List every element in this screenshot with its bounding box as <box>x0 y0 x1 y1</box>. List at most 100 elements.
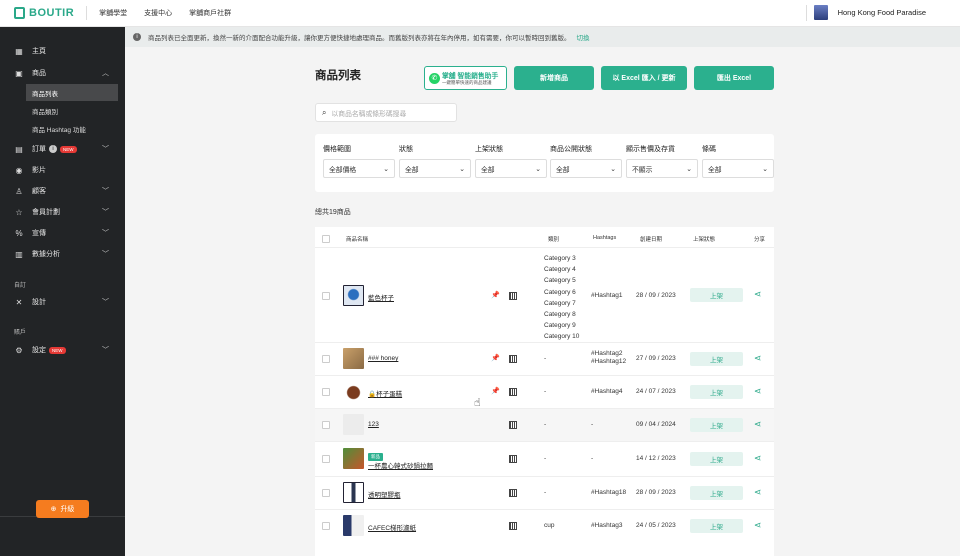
share-icon[interactable]: ⋖ <box>754 289 762 300</box>
category-cell: - <box>544 421 547 428</box>
status-toggle[interactable]: 上架 <box>690 418 743 432</box>
product-thumbnail[interactable] <box>343 381 364 402</box>
sidebar-item-settings[interactable]: ⚙ 設定 NEW ﹀ <box>0 340 125 360</box>
sidebar-sub-product-category[interactable]: 商品類別 <box>26 102 118 119</box>
sidebar-item-products[interactable]: ▣ 商品 ︿ <box>0 63 125 83</box>
row-checkbox[interactable] <box>322 522 330 530</box>
link-community[interactable]: 掌舖商戶社群 <box>189 8 231 18</box>
upgrade-button[interactable]: ⊕ 升級 <box>36 500 89 518</box>
sidebar-item-analytics[interactable]: ▥ 數據分析 ﹀ <box>0 244 125 264</box>
status-toggle[interactable]: 上架 <box>690 288 743 302</box>
hashtag-cell: - <box>591 421 594 428</box>
status-toggle[interactable]: 上架 <box>690 452 743 466</box>
row-checkbox[interactable] <box>322 489 330 497</box>
select-all-checkbox[interactable] <box>322 235 330 243</box>
top-bar: BOUTIR 掌舖學堂 支援中心 掌舖商戶社群 Hong Kong Food P… <box>0 0 960 27</box>
boutir-logo[interactable]: BOUTIR <box>14 7 74 19</box>
share-icon[interactable]: ⋖ <box>754 419 762 430</box>
listing-select[interactable]: 全部 ⌄ <box>475 159 547 178</box>
header-name: 商品名稱 <box>346 237 369 243</box>
export-excel-button[interactable]: 匯出 Excel <box>694 66 774 90</box>
product-name-link[interactable]: 🔒杯子蛋糕 <box>368 388 402 398</box>
qr-code-icon[interactable] <box>509 455 517 463</box>
sidebar-item-design[interactable]: ✕ 設計 ﹀ <box>0 292 125 312</box>
pin-icon[interactable]: 📌 <box>491 387 500 395</box>
store-avatar <box>813 5 828 20</box>
qr-code-icon[interactable] <box>509 522 517 530</box>
row-checkbox[interactable] <box>322 455 330 463</box>
share-icon[interactable]: ⋖ <box>754 386 762 397</box>
price-select[interactable]: 全部價格 ⌄ <box>323 159 395 178</box>
section-custom: 自訂 <box>14 283 27 289</box>
sidebar-item-promotion[interactable]: % 宣傳 ﹀ <box>0 223 125 243</box>
sidebar-item-membership[interactable]: ☆ 會員計劃 ﹀ <box>0 202 125 222</box>
pin-icon[interactable]: 📌 <box>491 354 500 362</box>
qr-code-icon[interactable] <box>509 388 517 396</box>
qr-code-icon[interactable] <box>509 421 517 429</box>
qr-code-icon[interactable] <box>509 292 517 300</box>
filter-barcode: 條碼 全部 ⌄ <box>702 144 774 178</box>
chevron-down-icon: ﹀ <box>102 230 109 237</box>
header-share: 分享 <box>754 237 766 243</box>
row-checkbox[interactable] <box>322 355 330 363</box>
sidebar-sub-product-list[interactable]: 商品列表 <box>26 84 118 101</box>
row-checkbox[interactable] <box>322 388 330 396</box>
product-name-link[interactable]: 藍色杯子 <box>368 292 394 302</box>
add-product-button[interactable]: 新增商品 <box>514 66 594 90</box>
status-toggle[interactable]: 上架 <box>690 519 743 533</box>
sidebar-item-customers[interactable]: ♙ 顧客 ﹀ <box>0 181 125 201</box>
share-icon[interactable]: ⋖ <box>754 487 762 498</box>
qr-code-icon[interactable] <box>509 355 517 363</box>
link-support[interactable]: 支援中心 <box>144 8 172 18</box>
search-input[interactable]: ⌕ 以商品名稱或條形碼搜尋 <box>315 103 457 122</box>
public-select[interactable]: 全部 ⌄ <box>550 159 622 178</box>
status-toggle[interactable]: 上架 <box>690 385 743 399</box>
table-row[interactable]: 新品 一杯農心韓式砂鍋拉麵 - - 14 / 12 / 2023 上架 ⋖ <box>315 441 774 476</box>
whatsapp-assistant-button[interactable]: ✆ 掌舖 智能銷售助手 一鍵簡單快速的商品建議 <box>424 66 507 90</box>
sidebar-item-home[interactable]: ▦ 主頁 <box>0 41 125 61</box>
pin-icon[interactable]: 📌 <box>491 291 500 299</box>
share-icon[interactable]: ⋖ <box>754 520 762 531</box>
qr-code-icon[interactable] <box>509 489 517 497</box>
sidebar-item-videos[interactable]: ◉ 影片 <box>0 160 125 180</box>
product-name-link[interactable]: 一杯農心韓式砂鍋拉麵 <box>368 460 433 470</box>
table-row[interactable]: ### honey 📌 - #Hashtag2 #Hashtag12 27 / 0… <box>315 342 774 375</box>
status-toggle[interactable]: 上架 <box>690 486 743 500</box>
share-icon[interactable]: ⋖ <box>754 453 762 464</box>
product-name-link[interactable]: CAFEC梯形濾紙 <box>368 522 416 532</box>
price-stock-select[interactable]: 不顯示 ⌄ <box>626 159 698 178</box>
header-status: 上架狀態 <box>693 237 716 243</box>
product-name-link[interactable]: 透明塑膠瓶 <box>368 489 401 499</box>
barcode-select[interactable]: 全部 ⌄ <box>702 159 774 178</box>
hashtag-cell: #Hashtag1 <box>591 292 623 299</box>
row-checkbox[interactable] <box>322 292 330 300</box>
product-name-link[interactable]: 123 <box>368 421 379 428</box>
product-thumbnail[interactable] <box>343 348 364 369</box>
product-name-link[interactable]: ### honey <box>368 355 398 362</box>
sidebar-sub-hashtag[interactable]: 商品 Hashtag 功能 <box>26 120 118 137</box>
table-row[interactable]: 藍色杯子 📌 Category 3 Category 4 Category 5 … <box>315 247 774 342</box>
chart-icon: ▥ <box>15 249 23 259</box>
status-select[interactable]: 全部 ⌄ <box>399 159 471 178</box>
product-thumbnail[interactable] <box>343 414 364 435</box>
switch-link[interactable]: 切換 <box>577 32 590 42</box>
import-excel-button[interactable]: 以 Excel 匯入 / 更新 <box>601 66 687 90</box>
link-academy[interactable]: 掌舖學堂 <box>99 8 127 18</box>
chevron-down-icon: ﹀ <box>102 146 109 153</box>
row-checkbox[interactable] <box>322 421 330 429</box>
chevron-down-icon: ﹀ <box>102 188 109 195</box>
product-thumbnail[interactable] <box>343 515 364 536</box>
store-name: Hong Kong Food Paradise <box>837 8 926 17</box>
sidebar-item-orders[interactable]: ▤ 訂單 i NEW ﹀ <box>0 139 125 159</box>
product-thumbnail[interactable] <box>343 482 364 503</box>
share-icon[interactable]: ⋖ <box>754 353 762 364</box>
table-row[interactable]: 透明塑膠瓶 - #Hashtag18 28 / 09 / 2023 上架 ⋖ <box>315 476 774 509</box>
table-row[interactable]: 123 - - 09 / 04 / 2024 上架 ⋖ <box>315 408 774 441</box>
product-thumbnail[interactable] <box>343 285 364 306</box>
store-switcher[interactable]: Hong Kong Food Paradise <box>805 5 926 21</box>
product-thumbnail[interactable] <box>343 448 364 469</box>
table-row[interactable]: 🔒杯子蛋糕 📌 - #Hashtag4 24 / 07 / 2023 上架 ⋖ <box>315 375 774 408</box>
table-row[interactable]: CAFEC梯形濾紙 cup #Hashtag3 24 / 05 / 2023 上… <box>315 509 774 542</box>
product-icon: ▣ <box>15 68 23 78</box>
status-toggle[interactable]: 上架 <box>690 352 743 366</box>
